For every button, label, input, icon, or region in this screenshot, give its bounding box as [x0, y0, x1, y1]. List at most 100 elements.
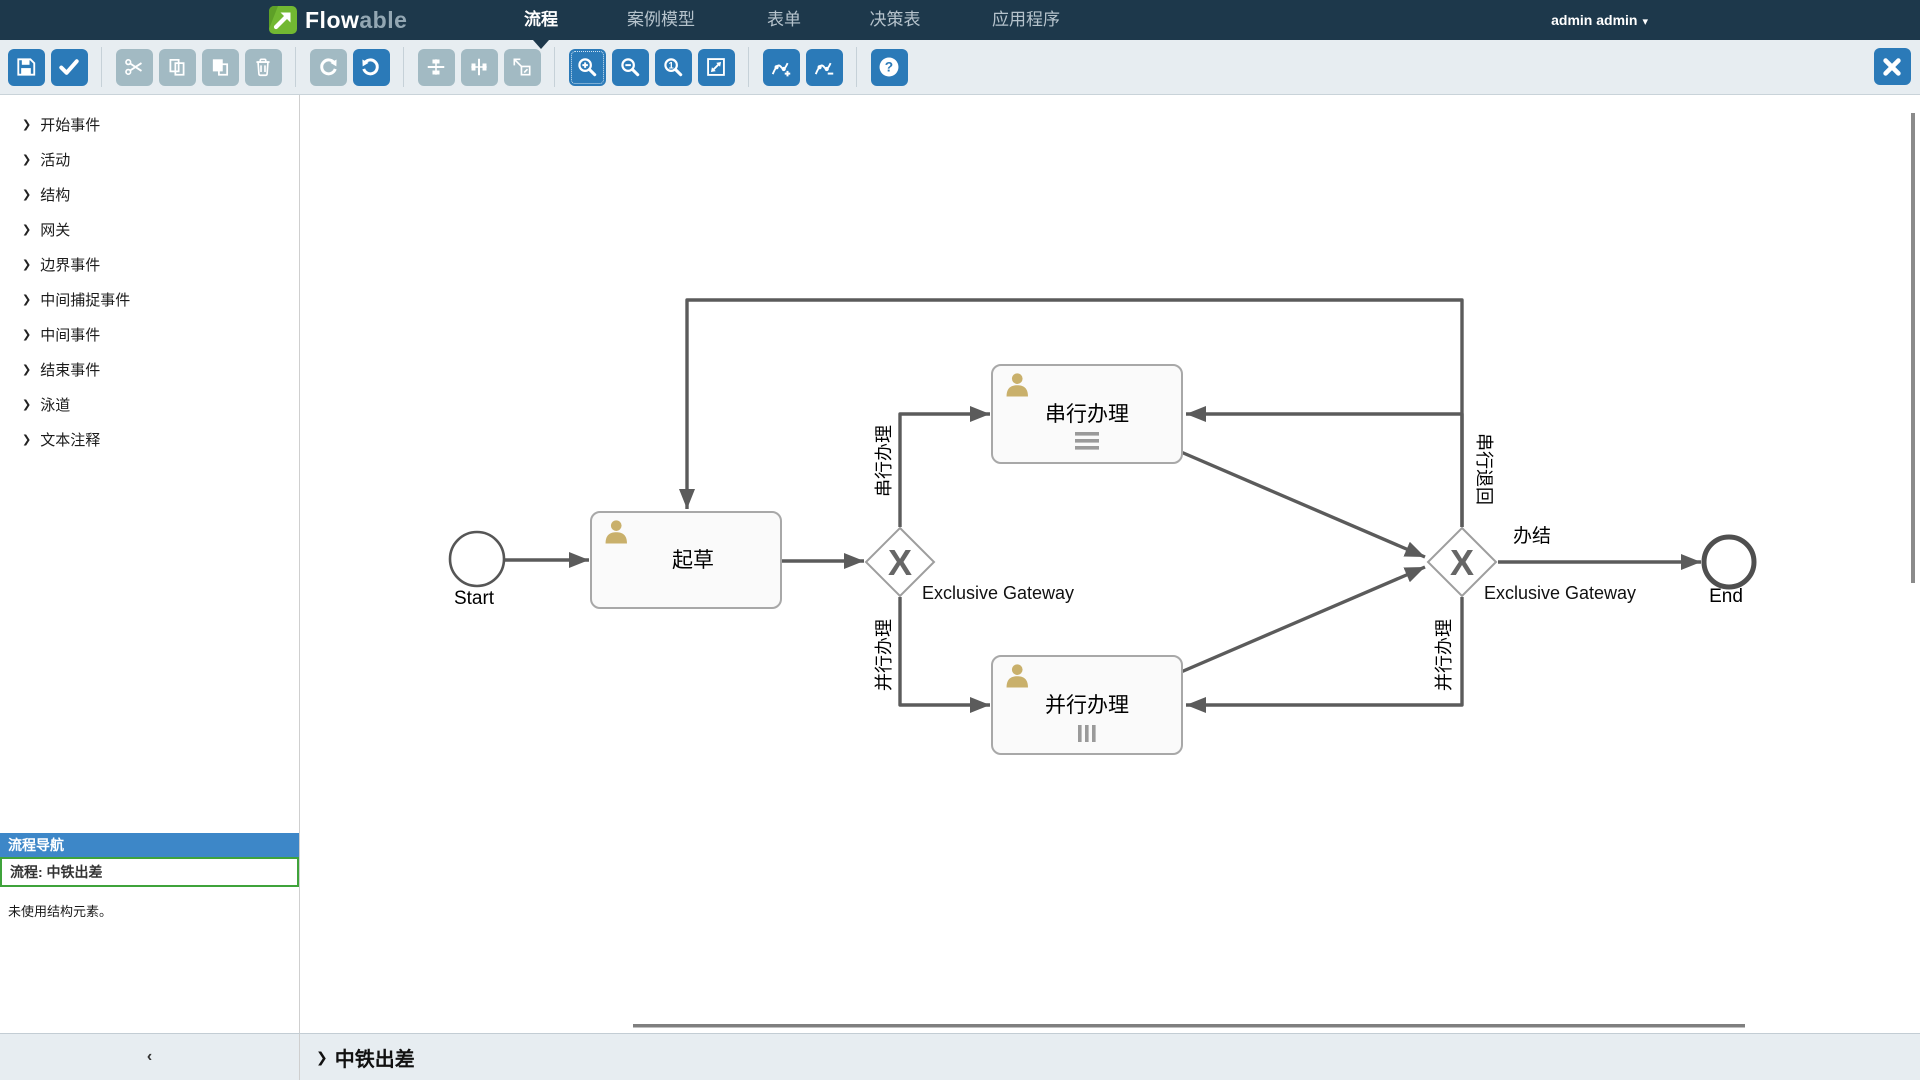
start-event-node[interactable]: [450, 532, 504, 586]
scissors-icon: [123, 56, 145, 78]
bottom-bar: ‹ ❯ 中铁出差: [0, 1033, 1920, 1080]
redo-arrow-icon: [317, 56, 339, 78]
palette-item-label: 活动: [40, 149, 70, 170]
chevron-right-icon: ❯: [22, 398, 31, 411]
edge-parallel-to-gateway2[interactable]: [1181, 567, 1425, 672]
editor-toolbar: 1?: [0, 40, 1920, 94]
toolbar-separator: [554, 47, 555, 87]
gateway1-x-symbol: X: [888, 542, 912, 583]
align-horizontal-button[interactable]: [461, 49, 498, 86]
remove-bendpoint-button[interactable]: [806, 49, 843, 86]
vertical-scrollbar[interactable]: [1911, 113, 1915, 583]
process-title: 中铁出差: [335, 1043, 415, 1072]
palette-item-8[interactable]: ❯ 泳道: [0, 387, 299, 422]
edge-gateway1-to-serial[interactable]: [900, 414, 990, 527]
palette-item-label: 文本注释: [40, 429, 100, 450]
tab-case-models[interactable]: 案例模型: [627, 0, 695, 40]
validate-button[interactable]: [51, 49, 88, 86]
edge-label-serial-return: 串行退回: [1474, 433, 1494, 505]
same-size-icon: [511, 56, 533, 78]
toolbar-separator: [856, 47, 857, 87]
diagram-canvas[interactable]: 串行办理 并行办理 串行退回 并行办理 办结 Start 起草: [300, 95, 1920, 1033]
align-vertical-button[interactable]: [418, 49, 455, 86]
palette-item-7[interactable]: ❯结束事件: [0, 352, 299, 387]
close-editor-button[interactable]: [1874, 48, 1911, 85]
chevron-right-icon: ❯: [22, 223, 31, 236]
chevron-right-icon: ❯: [22, 153, 31, 166]
palette-item-3[interactable]: ❯网关: [0, 212, 299, 247]
tab-process[interactable]: 流程: [524, 0, 558, 40]
zoom-out-button[interactable]: [612, 49, 649, 86]
toolbar-buttons: 1?: [6, 47, 909, 87]
align-horizontal-icon: [468, 56, 490, 78]
close-icon: [1881, 56, 1903, 78]
start-event-label: Start: [454, 588, 495, 609]
paste-button[interactable]: [202, 49, 239, 86]
undo-arrow-icon: [360, 56, 382, 78]
cut-button[interactable]: [116, 49, 153, 86]
serial-task-node[interactable]: 串行办理: [992, 365, 1182, 463]
remove-bendpoint-icon: [813, 56, 835, 78]
parallel-task-node[interactable]: 并行办理: [992, 656, 1182, 754]
draft-task-label: 起草: [672, 549, 714, 572]
palette-item-5[interactable]: ❯ 中间捕捉事件: [0, 282, 299, 317]
palette-item-label: 中间捕捉事件: [40, 289, 130, 310]
end-event-label: End: [1709, 586, 1743, 607]
end-event-node[interactable]: [1704, 537, 1754, 587]
same-size-button[interactable]: [504, 49, 541, 86]
chevron-down-icon: ▾: [1642, 16, 1648, 28]
palette-item-6[interactable]: ❯中间事件: [0, 317, 299, 352]
delete-button[interactable]: [245, 49, 282, 86]
align-vertical-icon: [425, 56, 447, 78]
toolbar-separator: [748, 47, 749, 87]
svg-text:?: ?: [885, 60, 893, 75]
edge-serial-to-gateway2[interactable]: [1181, 452, 1425, 557]
add-bendpoint-icon: [770, 56, 792, 78]
collapse-sidebar-button[interactable]: ‹: [0, 1034, 300, 1080]
check-icon: [58, 56, 80, 78]
gateway2-label: Exclusive Gateway: [1484, 583, 1636, 603]
palette-item-2[interactable]: ❯结构: [0, 177, 299, 212]
zoom-fit-icon: [705, 56, 727, 78]
palette-item-1[interactable]: ❯ 活动: [0, 142, 299, 177]
add-bendpoint-button[interactable]: [763, 49, 800, 86]
edge-label-parallel-flow: 并行办理: [874, 619, 894, 691]
zoom-actual-button[interactable]: 1: [655, 49, 692, 86]
edge-gateway1-to-parallel[interactable]: [900, 597, 990, 705]
draft-task-node[interactable]: 起草: [591, 512, 781, 608]
zoom-in-button[interactable]: [569, 49, 606, 86]
chevron-right-icon: ❯: [22, 293, 31, 306]
zoom-out-icon: [619, 56, 641, 78]
chevron-right-icon: ❯: [22, 363, 31, 376]
serial-task-label: 串行办理: [1045, 403, 1129, 426]
user-menu[interactable]: admin admin▾: [1551, 0, 1648, 40]
tab-forms[interactable]: 表单: [767, 0, 801, 40]
copy-button[interactable]: [159, 49, 196, 86]
process-title-bar: ❯ 中铁出差: [300, 1034, 1920, 1080]
chevron-right-icon: ❯: [22, 328, 31, 341]
redo-button[interactable]: [310, 49, 347, 86]
palette-item-0[interactable]: ❯开始事件: [0, 107, 299, 142]
navigator-header: 流程导航: [0, 833, 299, 857]
tab-decision-tables[interactable]: 决策表: [870, 0, 921, 40]
process-navigator: 流程导航 流程: 中铁出差 未使用结构元素。: [0, 833, 299, 934]
save-button[interactable]: [8, 49, 45, 86]
help-button[interactable]: ?: [871, 49, 908, 86]
zoom-fit-button[interactable]: [698, 49, 735, 86]
edge-label-serial-flow: 串行办理: [874, 425, 894, 497]
gateway2-x-symbol: X: [1450, 542, 1474, 583]
undo-button[interactable]: [353, 49, 390, 86]
palette-item-9[interactable]: ❯文本注释: [0, 422, 299, 457]
horizontal-scrollbar[interactable]: [633, 1024, 1745, 1028]
navigator-selected-item[interactable]: 流程: 中铁出差: [0, 857, 299, 887]
chevron-right-icon: ❯: [22, 258, 31, 271]
palette-item-4[interactable]: ❯边界事件: [0, 247, 299, 282]
zoom-actual-icon: 1: [662, 56, 684, 78]
help-icon: ?: [878, 56, 900, 78]
zoom-in-icon: [576, 56, 598, 78]
tab-apps[interactable]: 应用程序: [992, 0, 1060, 40]
palette-item-label: 泳道: [40, 394, 70, 415]
chevron-right-icon: ❯: [316, 1049, 328, 1066]
diagram-svg: 串行办理 并行办理 串行退回 并行办理 办结 Start 起草: [300, 95, 1920, 1033]
save-icon: [15, 56, 37, 78]
